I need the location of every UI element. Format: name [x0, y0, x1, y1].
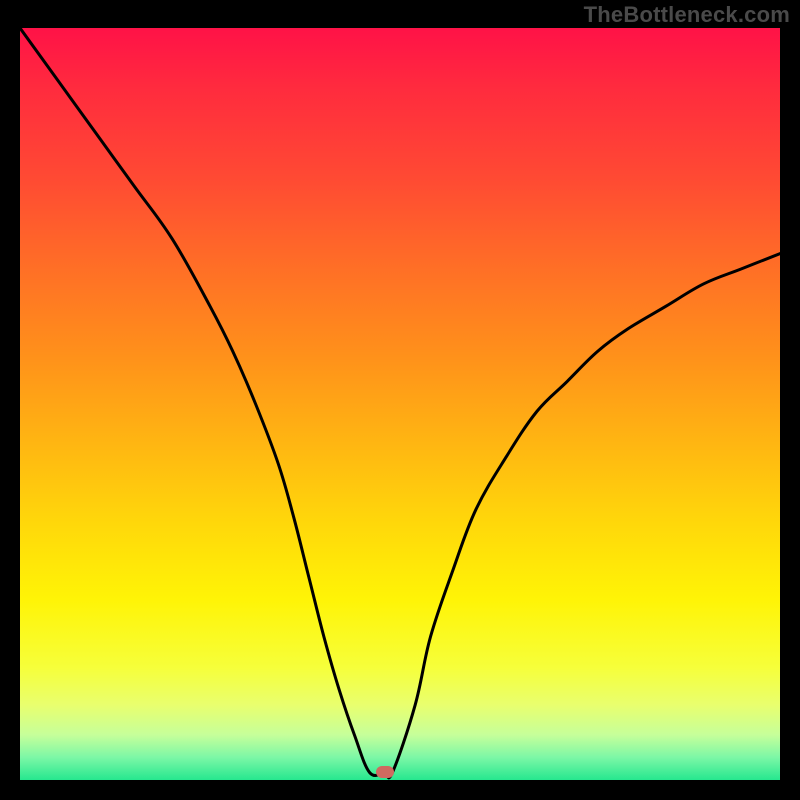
minimum-marker: [376, 766, 394, 778]
plot-area: [20, 28, 780, 780]
watermark-text: TheBottleneck.com: [584, 2, 790, 28]
chart-frame: TheBottleneck.com: [0, 0, 800, 800]
curve-path: [20, 28, 780, 778]
bottleneck-curve: [20, 28, 780, 780]
